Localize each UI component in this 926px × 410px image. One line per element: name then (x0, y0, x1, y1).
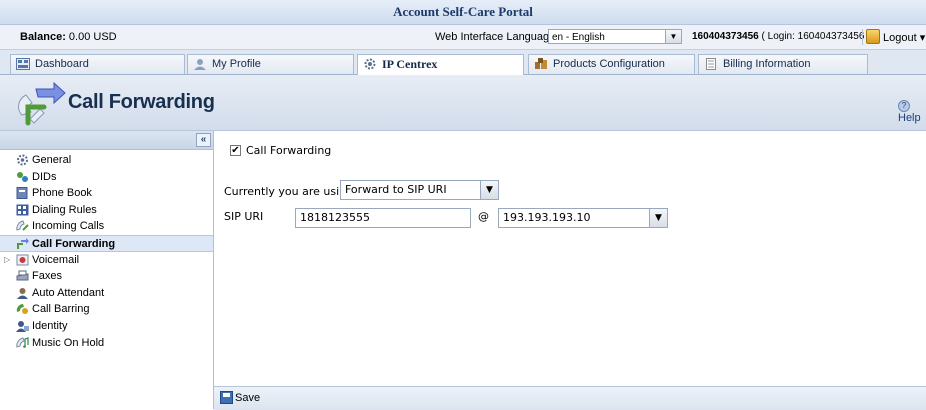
music-on-hold-icon (16, 336, 29, 348)
sip-uri-value: 1818123555 (300, 211, 370, 224)
balance-label: Balance: (20, 31, 66, 43)
language-value: en - English (552, 32, 605, 43)
sip-uri-input[interactable]: 1818123555 (295, 208, 471, 228)
sidebar-item-phone-book[interactable]: Phone Book (0, 185, 213, 202)
portal-title: Account Self-Care Portal (0, 0, 926, 25)
tab-my-profile[interactable]: My Profile (187, 54, 354, 74)
help-icon: ? (898, 100, 910, 112)
profile-icon (194, 59, 206, 70)
sidebar-header: « (0, 131, 213, 150)
save-button[interactable]: Save (220, 391, 260, 405)
dialing-rules-icon (16, 204, 29, 216)
help-label: Help (898, 112, 921, 124)
help-link[interactable]: ?Help (898, 97, 926, 124)
chevron-down-icon[interactable]: ▼ (480, 181, 498, 199)
tab-label: My Profile (212, 58, 261, 70)
sidebar-item-label: Incoming Calls (32, 220, 105, 233)
tab-dashboard[interactable]: Dashboard (10, 54, 185, 74)
account-info: 160404373456 ( Login: 160404373456 ) (692, 31, 871, 42)
tab-bar: Dashboard My Profile IP Centrex Products… (0, 50, 926, 75)
sidebar-item-label: Dialing Rules (32, 203, 97, 216)
sidebar-item-incoming-calls[interactable]: Incoming Calls (0, 218, 213, 235)
tab-label: Dashboard (35, 58, 89, 70)
call-barring-icon (16, 304, 28, 315)
collapse-sidebar-button[interactable]: « (196, 133, 211, 147)
sidebar-item-label: DIDs (32, 170, 57, 183)
tab-label: IP Centrex (382, 57, 438, 71)
logout-button[interactable]: Logout ▾ (866, 29, 925, 44)
sidebar-item-dids[interactable]: DIDs (0, 169, 213, 186)
forwarding-mode-select[interactable]: Forward to SIP URI ▼ (340, 180, 499, 200)
sidebar-item-dialing-rules[interactable]: Dialing Rules (0, 202, 213, 219)
products-icon (535, 58, 547, 69)
tab-ip-centrex[interactable]: IP Centrex (357, 54, 524, 75)
save-label: Save (235, 392, 261, 404)
sidebar-item-faxes[interactable]: Faxes (0, 268, 213, 285)
sip-host-value: 193.193.193.10 (503, 211, 591, 224)
did-icon (17, 171, 28, 182)
chevron-down-icon[interactable]: ▼ (665, 30, 681, 43)
expand-arrow-icon[interactable]: ▷ (4, 252, 10, 268)
gear-icon (17, 154, 28, 166)
balance: Balance: 0.00 USD (20, 31, 117, 43)
login-text: ( Login: 160404373456 ) (761, 31, 871, 42)
language-select[interactable]: en - English ▼ (548, 29, 682, 44)
language-label: Web Interface Language: (435, 31, 559, 43)
sidebar-item-label: Faxes (32, 270, 62, 283)
divider (862, 29, 863, 45)
page-title: Call Forwarding (68, 91, 215, 113)
sidebar-item-call-barring[interactable]: Call Barring (0, 301, 213, 318)
sidebar-item-label: General (32, 154, 72, 166)
sidebar-item-label: Call Forwarding (32, 237, 116, 250)
sidebar-item-label: Phone Book (32, 187, 92, 200)
tab-label: Billing Information (723, 58, 811, 70)
sidebar-item-identity[interactable]: Identity (0, 318, 213, 335)
identity-icon (16, 320, 29, 332)
lock-icon (866, 29, 880, 44)
dashboard-icon (16, 58, 30, 70)
balance-value: 0.00 USD (68, 31, 117, 43)
sidebar-item-voicemail[interactable]: ▷ Voicemail (0, 252, 213, 269)
forwarding-mode-value: Forward to SIP URI (345, 183, 447, 196)
sidebar: « General DIDs Phone Book Dialing Rules … (0, 131, 214, 409)
voicemail-icon (16, 254, 29, 266)
tab-products-configuration[interactable]: Products Configuration (528, 54, 695, 74)
call-forwarding-icon (18, 81, 66, 126)
main-content: ✔ Call Forwarding Currently you are usin… (214, 131, 926, 386)
sidebar-item-label: Voicemail (32, 253, 80, 266)
sip-uri-label: SIP URI (224, 210, 264, 223)
auto-attendant-icon (17, 287, 28, 299)
phonebook-icon (16, 187, 28, 200)
floppy-disk-icon (220, 391, 233, 404)
at-sign: @ (478, 210, 489, 223)
fax-icon (16, 270, 29, 281)
sidebar-item-label: Music On Hold (32, 336, 105, 349)
page-header: Call Forwarding ?Help (0, 75, 926, 131)
footer-toolbar: Save (214, 386, 926, 410)
chevron-down-icon[interactable]: ▼ (649, 209, 667, 227)
sidebar-nav: General DIDs Phone Book Dialing Rules In… (0, 152, 213, 351)
billing-icon (706, 58, 716, 70)
call-forwarding-checkbox[interactable]: ✔ (230, 145, 241, 156)
incoming-calls-icon (16, 220, 29, 232)
sidebar-item-label: Identity (32, 319, 68, 332)
sidebar-item-label: Call Barring (32, 303, 90, 316)
tab-label: Products Configuration (553, 58, 665, 70)
gear-icon (364, 58, 376, 70)
sidebar-item-label: Auto Attendant (32, 286, 105, 299)
logout-label: Logout (883, 32, 917, 44)
tab-billing-information[interactable]: Billing Information (698, 54, 868, 74)
call-forwarding-icon (17, 237, 29, 249)
sidebar-item-auto-attendant[interactable]: Auto Attendant (0, 285, 213, 302)
sidebar-item-general[interactable]: General (0, 152, 213, 169)
info-bar: Balance: 0.00 USD Web Interface Language… (0, 25, 926, 50)
call-forwarding-checkbox-label: Call Forwarding (246, 144, 332, 157)
mode-label: Currently you are using (224, 185, 354, 198)
sidebar-item-music-on-hold[interactable]: Music On Hold (0, 335, 213, 352)
sidebar-item-call-forwarding[interactable]: Call Forwarding (0, 234, 213, 252)
account-id: 160404373456 (692, 31, 759, 42)
sip-host-select[interactable]: 193.193.193.10 ▼ (498, 208, 668, 228)
